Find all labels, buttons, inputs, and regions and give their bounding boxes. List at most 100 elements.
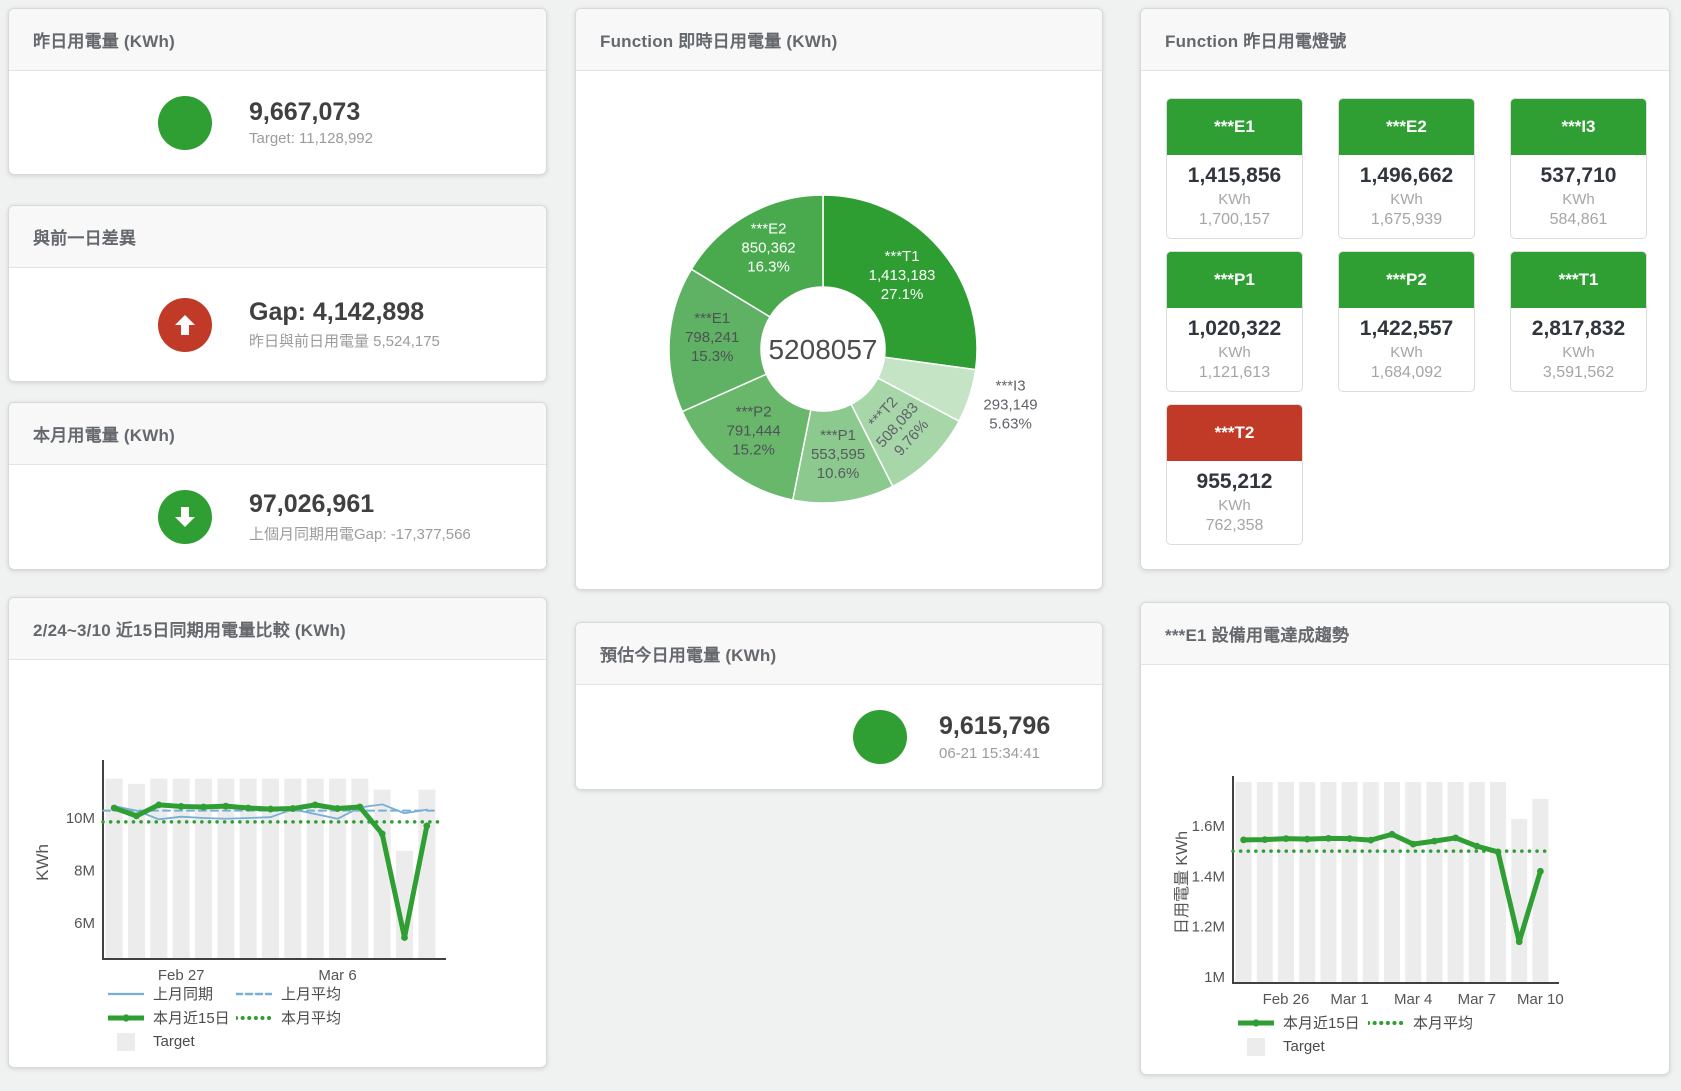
- series-marker: [1283, 835, 1290, 842]
- series-marker: [1537, 868, 1544, 875]
- lamp-tile[interactable]: ***P11,020,322KWh1,121,613: [1166, 251, 1303, 392]
- lamp-tile-target: 1,684,092: [1339, 364, 1474, 382]
- panel-title: 預估今日用電量 (KWh): [576, 623, 1102, 685]
- lamp-tile-target: 762,358: [1167, 517, 1302, 535]
- y-tick-label: 8M: [74, 863, 95, 880]
- series-marker: [379, 830, 386, 837]
- legend-item[interactable]: 上月同期: [108, 984, 236, 1003]
- lamp-tile-status-header: ***P1: [1167, 252, 1302, 308]
- series-marker: [1346, 835, 1353, 842]
- y-tick-label: 1.6M: [1192, 818, 1225, 835]
- lamp-tile-unit: KWh: [1339, 344, 1474, 361]
- legend-item[interactable]: Target: [1238, 1037, 1368, 1056]
- series-marker: [133, 812, 140, 819]
- legend-swatch-icon: [108, 1009, 144, 1027]
- target-bar: [1426, 782, 1442, 983]
- legend-item[interactable]: 上月平均: [236, 984, 341, 1003]
- legend-item[interactable]: Target: [108, 1032, 236, 1051]
- target-bar: [1469, 782, 1485, 983]
- lamp-tile-status-header: ***I3: [1511, 99, 1646, 155]
- donut-center-total: 5208057: [768, 334, 877, 365]
- legend-item[interactable]: 本月近15日: [1238, 1013, 1368, 1032]
- y-tick-label: 10M: [66, 810, 95, 827]
- chart-legend: 上月同期 上月平均本月近15日 本月平均 Target: [108, 984, 341, 1051]
- legend-label: Target: [1283, 1038, 1325, 1055]
- series-marker: [356, 804, 363, 811]
- lamp-tile[interactable]: ***T2955,212KWh762,358: [1166, 404, 1303, 545]
- series-marker: [1473, 843, 1480, 850]
- panel-title: 本月用電量 (KWh): [9, 403, 546, 465]
- lamp-tile-status-header: ***E1: [1167, 99, 1302, 155]
- legend-item[interactable]: 本月平均: [1368, 1013, 1473, 1032]
- target-bar: [1299, 782, 1315, 983]
- lamp-tile[interactable]: ***E21,496,662KWh1,675,939: [1338, 98, 1475, 239]
- legend-swatch-icon: [236, 1009, 272, 1027]
- series-marker: [1431, 838, 1438, 845]
- legend-item[interactable]: 本月平均: [236, 1008, 341, 1027]
- lamp-tile-unit: KWh: [1511, 344, 1646, 361]
- lamp-tile-status-header: ***E2: [1339, 99, 1474, 155]
- x-tick-label: Feb 26: [1263, 991, 1310, 1008]
- lamp-tile-value: 1,020,322: [1167, 317, 1302, 341]
- series-marker: [1325, 835, 1332, 842]
- y-tick-label: 1.4M: [1192, 868, 1225, 885]
- panel-title: Function 即時日用電量 (KWh): [576, 9, 1102, 71]
- panel-realtime-donut: Function 即時日用電量 (KWh) ***T11,413,18327.1…: [575, 8, 1103, 590]
- series-marker: [1516, 938, 1523, 945]
- lamp-tile-unit: KWh: [1167, 344, 1302, 361]
- lamp-tile-value: 955,212: [1167, 470, 1302, 494]
- donut-svg: ***T11,413,18327.1%***I3293,1495.63%***T…: [576, 71, 1102, 590]
- legend-item[interactable]: 本月近15日: [108, 1008, 236, 1027]
- target-bar: [1448, 782, 1464, 983]
- lamp-tile-target: 1,700,157: [1167, 211, 1302, 229]
- series-marker: [200, 804, 207, 811]
- series-marker: [289, 805, 296, 812]
- target-bar: [1384, 782, 1400, 983]
- panel-month-usage: 本月用電量 (KWh) 97,026,961 上個月同期用電Gap: -17,3…: [8, 402, 547, 570]
- panel-yesterday-usage: 昨日用電量 (KWh) 9,667,073 Target: 11,128,992: [8, 8, 547, 175]
- y-tick-label: 6M: [74, 915, 95, 932]
- lamp-tile-unit: KWh: [1167, 191, 1302, 208]
- lamp-tile-status-header: ***P2: [1339, 252, 1474, 308]
- legend-label: 本月近15日: [1283, 1012, 1360, 1033]
- series-marker: [155, 801, 162, 808]
- x-tick-label: Mar 4: [1394, 991, 1432, 1008]
- lamp-tile-value: 537,710: [1511, 164, 1646, 188]
- legend-label: 上月平均: [281, 983, 341, 1004]
- status-circle-icon: [158, 96, 212, 150]
- lamp-tile-status-header: ***T2: [1167, 405, 1302, 461]
- lamp-tile[interactable]: ***I3537,710KWh584,861: [1510, 98, 1647, 239]
- legend-label: 本月平均: [281, 1007, 341, 1028]
- target-bar: [1278, 782, 1294, 983]
- x-tick-label: Mar 10: [1517, 991, 1564, 1008]
- lamp-tile-target: 584,861: [1511, 211, 1646, 229]
- stat-subtext: Target: 11,128,992: [249, 130, 373, 147]
- target-bar: [1320, 782, 1336, 983]
- dashboard: 昨日用電量 (KWh) 9,667,073 Target: 11,128,992…: [0, 0, 1681, 1091]
- lamp-tile[interactable]: ***E11,415,856KWh1,700,157: [1166, 98, 1303, 239]
- up-arrow-icon: [158, 298, 212, 352]
- legend-swatch-icon: [1368, 1014, 1404, 1032]
- legend-swatch-icon: [236, 985, 272, 1003]
- panel-title: ***E1 設備用電達成趨勢: [1141, 603, 1669, 665]
- panel-e1-trend-chart: ***E1 設備用電達成趨勢 1M1.2M1.4M1.6MFeb 26Mar 1…: [1140, 602, 1670, 1075]
- series-marker: [178, 803, 185, 810]
- target-bar: [1511, 819, 1527, 983]
- series-marker: [222, 803, 229, 810]
- y-axis-label: KWh: [33, 844, 52, 881]
- target-bar: [1342, 782, 1358, 983]
- series-marker: [1304, 836, 1311, 843]
- stat-row: Gap: 4,142,898 昨日與前日用電量 5,524,175: [9, 268, 546, 381]
- stat-row: 9,615,796 06-21 15:34:41: [576, 685, 1102, 789]
- lamp-tile[interactable]: ***P21,422,557KWh1,684,092: [1338, 251, 1475, 392]
- legend-label: Target: [153, 1033, 195, 1050]
- panel-title: 昨日用電量 (KWh): [9, 9, 546, 71]
- series-marker: [267, 806, 274, 813]
- x-tick-label: Mar 6: [318, 967, 356, 984]
- lamp-tile[interactable]: ***T12,817,832KWh3,591,562: [1510, 251, 1647, 392]
- stat-row: 9,667,073 Target: 11,128,992: [9, 71, 546, 174]
- status-circle-icon: [853, 710, 907, 764]
- series-marker: [1240, 836, 1247, 843]
- line-chart-compare: 6M8M10MFeb 27Mar 6KWh上月同期上月平均本月近15日本月平均T…: [9, 660, 546, 1067]
- target-bar: [418, 790, 435, 959]
